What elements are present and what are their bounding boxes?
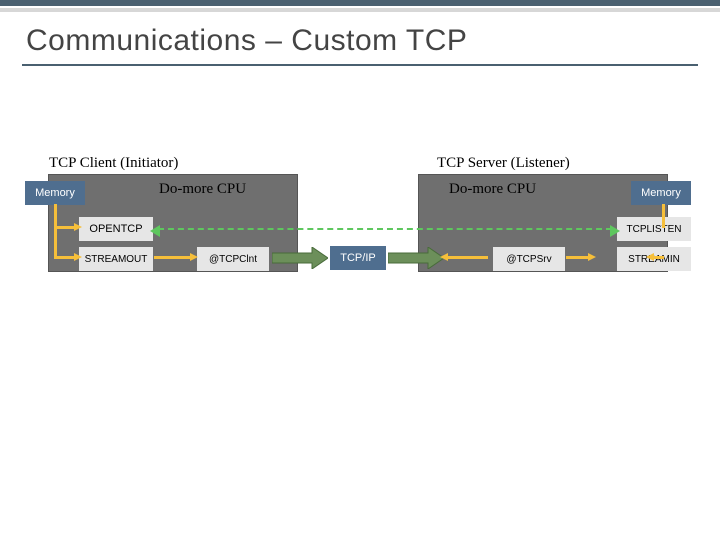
arrow-client-mem-h (54, 226, 76, 229)
arrow-client-mem-h2 (54, 256, 76, 259)
server-tcplisten-node: TCPLISTEN (617, 217, 691, 241)
arrow-into-tcpsrv (446, 256, 488, 259)
server-tcpsrv-node: @TCPSrv (493, 247, 565, 271)
client-cpu-title: Do-more CPU (159, 181, 246, 198)
top-border (0, 0, 720, 6)
arrow-server-tcpsrv-streamin (566, 256, 590, 259)
client-opentcp-label: OPENTCP (89, 223, 142, 235)
server-streamin-node: STREAMIN (617, 247, 691, 271)
client-memory-node: Memory (25, 181, 85, 205)
server-memory-label: Memory (641, 187, 681, 199)
arrow-client-mem-v (54, 204, 57, 228)
server-caption: TCP Server (Listener) (437, 155, 570, 172)
server-memory-node: Memory (631, 181, 691, 205)
client-opentcp-node: OPENTCP (79, 217, 153, 241)
block-arrow-left (272, 247, 328, 269)
client-tcpclnt-node: @TCPClnt (197, 247, 269, 271)
client-memory-label: Memory (35, 187, 75, 199)
server-tcpsrv-label: @TCPSrv (506, 254, 551, 265)
slide: Communications – Custom TCP TCP Client (… (0, 0, 720, 540)
arrow-client-mem-v2 (54, 226, 57, 258)
tcpip-node: TCP/IP (330, 246, 386, 270)
arrow-client-streamout-tcpclnt (154, 256, 192, 259)
block-arrow-right (388, 247, 444, 269)
diagram-canvas: TCP Client (Initiator) Do-more CPU Memor… (0, 66, 720, 536)
page-title: Communications – Custom TCP (0, 12, 720, 64)
dashed-link (158, 228, 612, 230)
server-tcplisten-label: TCPLISTEN (626, 224, 681, 235)
arrow-hidden (652, 256, 664, 259)
client-tcpclnt-label: @TCPClnt (209, 254, 257, 265)
client-streamout-label: STREAMOUT (85, 254, 148, 265)
server-cpu-title: Do-more CPU (449, 181, 536, 198)
tcpip-label: TCP/IP (340, 252, 375, 264)
client-streamout-node: STREAMOUT (79, 247, 153, 271)
client-caption: TCP Client (Initiator) (49, 155, 178, 172)
arrow-server-mem-v (662, 204, 665, 228)
